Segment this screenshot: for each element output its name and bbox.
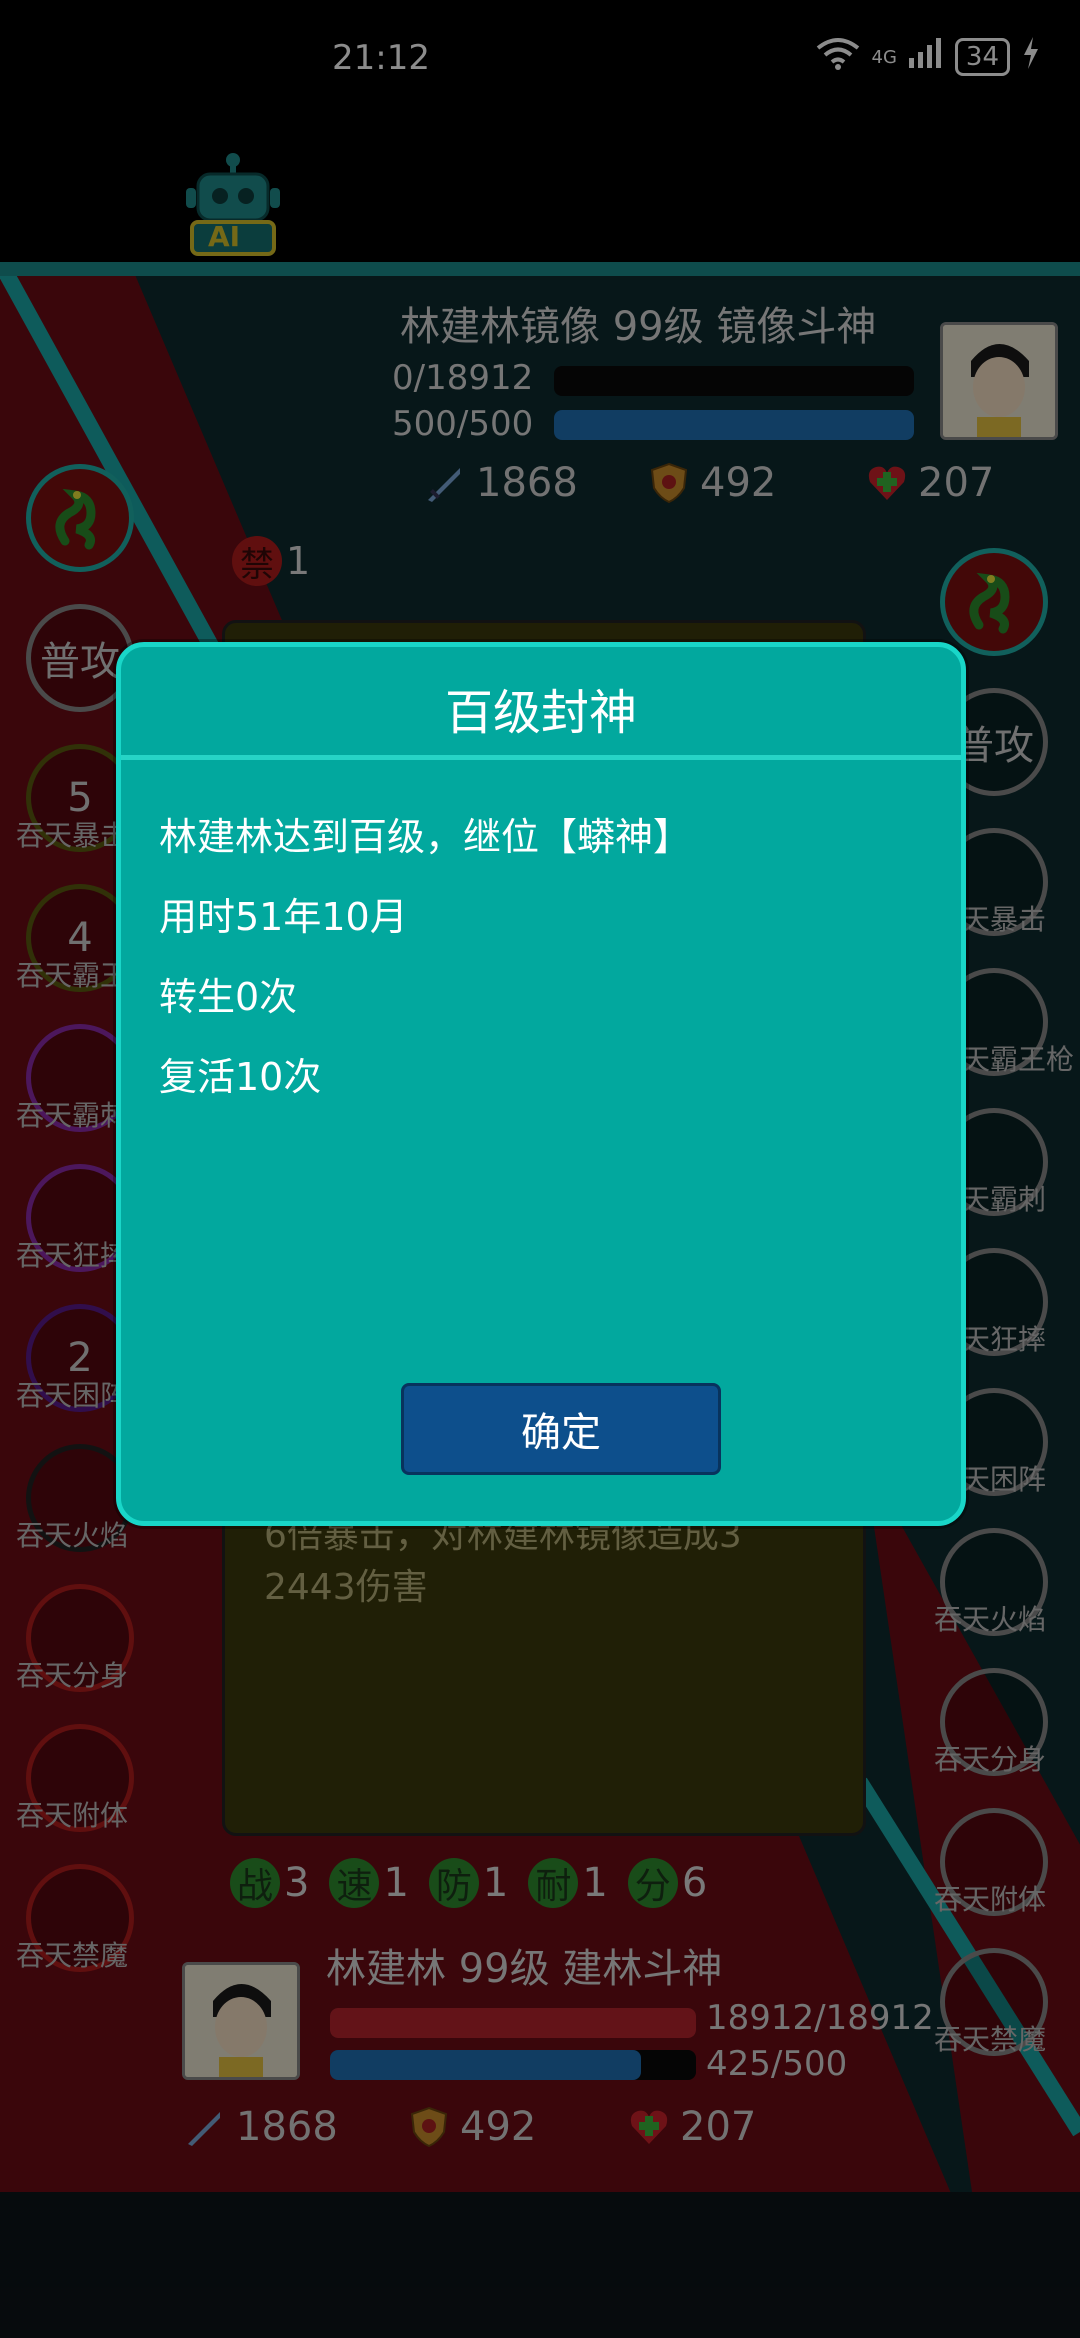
dialog-line-revive: 复活10次 xyxy=(159,1055,322,1099)
dialog-line-rebirth: 转生0次 xyxy=(159,975,298,1019)
dialog-divider xyxy=(121,755,961,760)
level-up-dialog: 百级封神 林建林达到百级，继位【蟒神】 用时51年10月 转生0次 复活10次 … xyxy=(116,642,966,1526)
confirm-button[interactable]: 确定 xyxy=(401,1383,721,1475)
dialog-title: 百级封神 xyxy=(444,685,637,741)
dialog-line-promotion: 林建林达到百级，继位【蟒神】 xyxy=(159,815,692,859)
dialog-line-time: 用时51年10月 xyxy=(159,895,408,939)
dialog-body: 林建林达到百级，继位【蟒神】 用时51年10月 转生0次 复活10次 xyxy=(159,797,691,1117)
